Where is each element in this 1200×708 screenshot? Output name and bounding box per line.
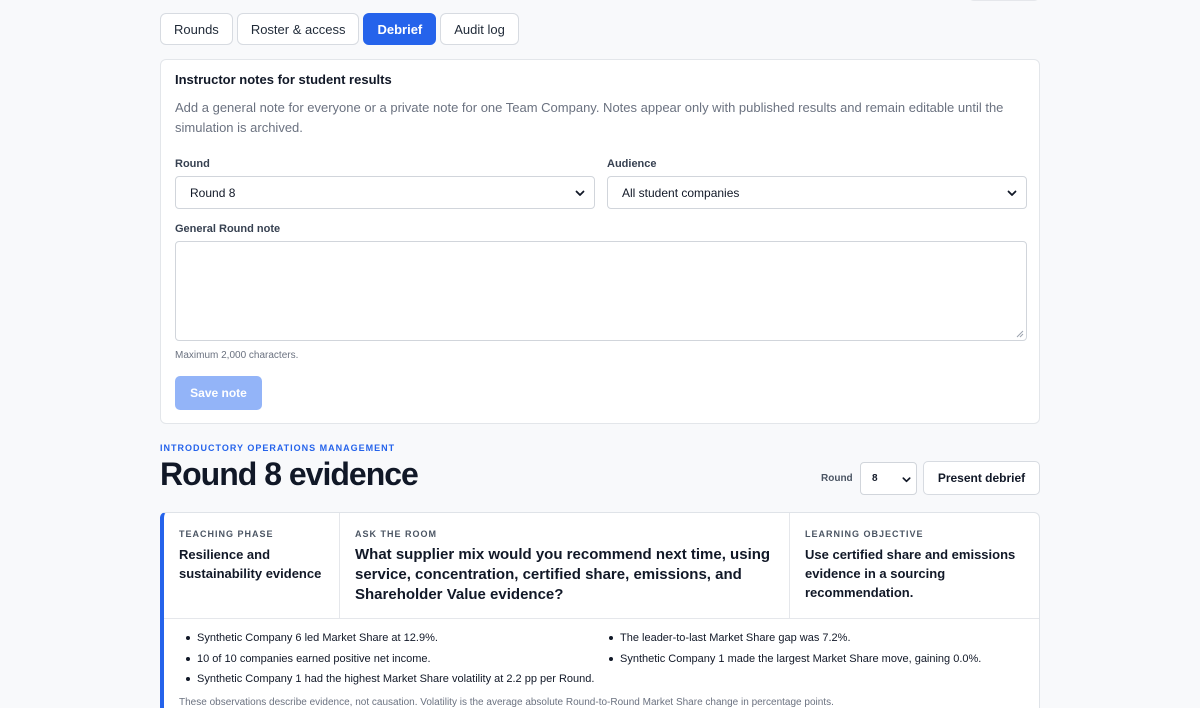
debrief-tabs: Rounds Roster & access Debrief Audit log: [160, 13, 519, 45]
ask-the-room-label: ASK THE ROOM: [355, 529, 438, 539]
list-item: 10 of 10 companies earned positive net i…: [183, 652, 603, 673]
learning-objective-value: Use certified share and emissions eviden…: [805, 547, 1016, 600]
page-title: Round 8 evidence: [160, 456, 419, 492]
top-right-control: [968, 0, 1040, 1]
notes-card-description: Add a general note for everyone or a pri…: [175, 100, 1004, 135]
course-eyebrow: INTRODUCTORY OPERATIONS MANAGEMENT: [160, 443, 396, 453]
round-note-textarea[interactable]: [175, 241, 1027, 341]
evidence-card: TEACHING PHASE Resilience and sustainabi…: [160, 512, 1040, 708]
learning-objective-label: LEARNING OBJECTIVE: [805, 529, 924, 539]
save-note-button[interactable]: Save note: [175, 376, 262, 410]
audience-select[interactable]: All student companies: [607, 176, 1027, 209]
tab-debrief[interactable]: Debrief: [363, 13, 437, 45]
ask-the-room-panel: ASK THE ROOM What supplier mix would you…: [340, 513, 790, 618]
list-item: Synthetic Company 6 led Market Share at …: [183, 631, 603, 652]
notes-card-title: Instructor notes for student results: [175, 72, 392, 87]
teaching-phase-label: TEACHING PHASE: [179, 529, 274, 539]
tab-audit-log[interactable]: Audit log: [440, 13, 519, 45]
observations-left: Synthetic Company 6 led Market Share at …: [183, 631, 603, 693]
observations-right: The leader-to-last Market Share gap was …: [606, 631, 1026, 672]
ask-the-room-question: What supplier mix would you recommend ne…: [355, 546, 771, 603]
instructor-notes-card: Instructor notes for student results Add…: [160, 59, 1040, 424]
chevron-down-icon: [575, 190, 585, 196]
evidence-footnote: These observations describe evidence, no…: [179, 697, 834, 708]
evidence-divider: [164, 618, 1039, 619]
round-field-label: Round: [175, 158, 210, 170]
list-item: Synthetic Company 1 had the highest Mark…: [183, 672, 603, 693]
chevron-down-icon: [902, 477, 911, 483]
present-debrief-button[interactable]: Present debrief: [923, 461, 1040, 495]
list-item: The leader-to-last Market Share gap was …: [606, 631, 1026, 652]
tab-roster-access[interactable]: Roster & access: [236, 13, 360, 45]
evidence-round-value: 8: [872, 473, 878, 484]
list-item: Synthetic Company 1 made the largest Mar…: [606, 652, 1026, 673]
chevron-down-icon: [1007, 190, 1017, 196]
round-select-value: Round 8: [190, 185, 236, 200]
evidence-round-label: Round: [821, 473, 853, 484]
note-field-label: General Round note: [175, 223, 281, 235]
audience-field-label: Audience: [607, 158, 657, 170]
round-select[interactable]: Round 8: [175, 176, 595, 209]
resize-handle-icon[interactable]: [1016, 330, 1024, 338]
tab-rounds[interactable]: Rounds: [160, 13, 233, 45]
teaching-phase-panel: TEACHING PHASE Resilience and sustainabi…: [164, 513, 340, 618]
evidence-round-select[interactable]: 8: [860, 462, 917, 495]
teaching-phase-value: Resilience and sustainability evidence: [179, 547, 322, 581]
character-limit-hint: Maximum 2,000 characters.: [175, 350, 299, 361]
learning-objective-panel: LEARNING OBJECTIVE Use certified share a…: [790, 513, 1039, 618]
audience-select-value: All student companies: [622, 185, 740, 200]
